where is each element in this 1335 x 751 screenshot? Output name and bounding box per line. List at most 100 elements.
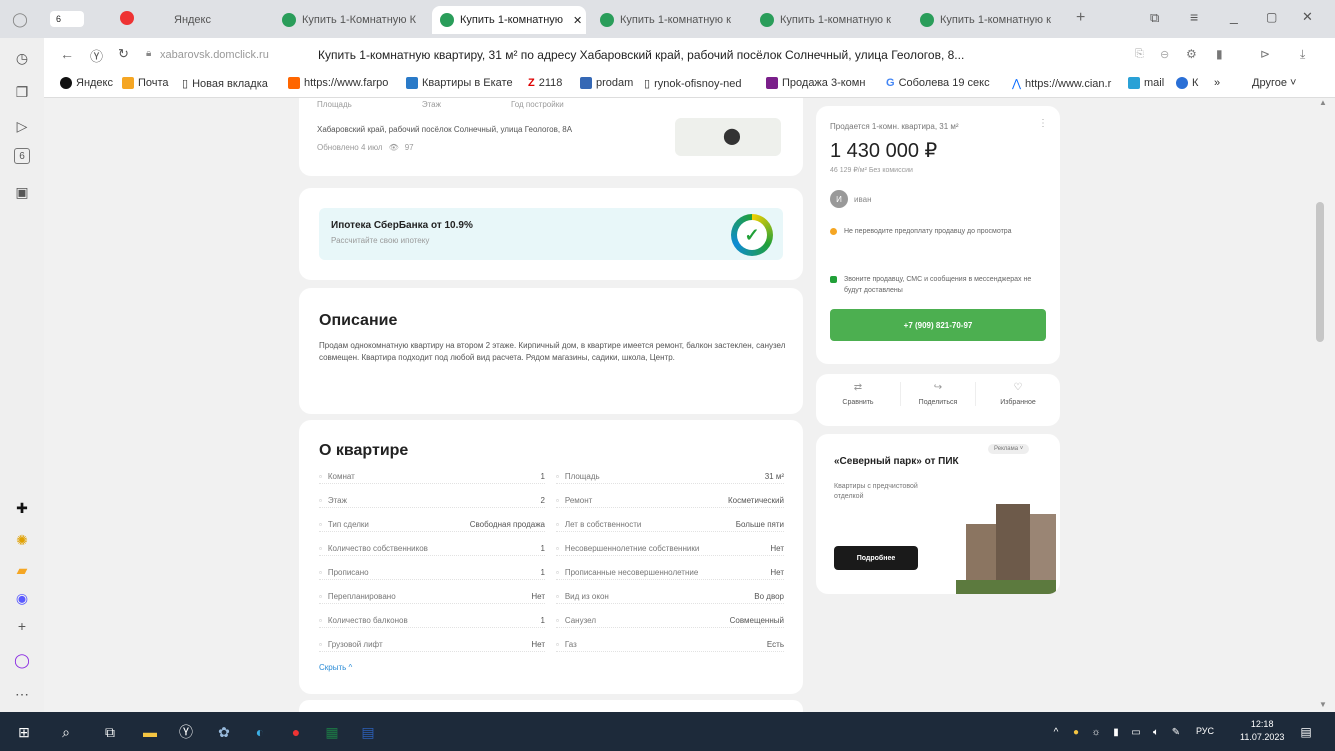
ad-badge[interactable]: Реклама ˅ <box>988 444 1030 454</box>
seller-name[interactable]: иван <box>854 195 872 204</box>
messenger-icon[interactable]: ◉ <box>12 588 32 608</box>
profile-icon[interactable]: ◯ <box>10 9 30 29</box>
volume-icon[interactable]: 🔈︎ <box>1146 722 1166 742</box>
task-view-icon[interactable]: ⧉ <box>100 722 120 742</box>
listing-address[interactable]: Хабаровский край, рабочий посёлок Солнеч… <box>317 125 572 134</box>
collections-icon[interactable]: ⊳ <box>1260 47 1270 61</box>
tray-usb-icon[interactable]: ▮ <box>1106 722 1126 742</box>
ad-details-button[interactable]: Подробнее <box>834 546 918 570</box>
bookmark-farpost[interactable]: https://www.farpo <box>288 77 388 89</box>
tray-weather-icon[interactable]: ☼ <box>1086 722 1106 742</box>
tab-counter[interactable]: 6 <box>50 11 84 27</box>
collections-icon[interactable]: ❐ <box>12 82 32 102</box>
bookmark-prodazha[interactable]: Продажа 3-комн <box>766 77 865 89</box>
clock[interactable]: 12:18 11.07.2023 <box>1240 718 1284 744</box>
add-app-icon[interactable]: + <box>12 616 32 636</box>
bookmark-ekat[interactable]: Квартиры в Екате <box>406 77 513 89</box>
more-icon[interactable]: ⋯ <box>12 684 32 704</box>
bookmark-icon[interactable]: ▮ <box>1216 47 1223 61</box>
restore-icon[interactable]: ▢ <box>1266 10 1277 24</box>
play-icon[interactable]: ▷ <box>12 116 32 136</box>
tray-app-icon[interactable]: ● <box>1066 722 1086 742</box>
cian-icon: ⋀ <box>1012 78 1022 90</box>
opera-icon[interactable] <box>120 11 134 25</box>
bookmark-k[interactable]: К <box>1176 77 1198 89</box>
six-icon[interactable]: 6 <box>14 148 30 164</box>
screenshot-icon[interactable]: ▣ <box>12 182 32 202</box>
mortgage-banner[interactable]: Ипотека СберБанка от 10.9% Рассчитайте с… <box>319 208 783 260</box>
bookmark-cian[interactable]: ⋀ https://www.cian.r <box>1012 77 1111 91</box>
reload-icon[interactable]: ↻ <box>118 46 129 62</box>
history-icon[interactable]: ◷ <box>12 48 32 68</box>
extensions-icon[interactable]: ⚙ <box>1186 47 1197 61</box>
close-icon[interactable]: ✕ <box>573 14 582 27</box>
opera-taskbar-icon[interactable]: ● <box>286 722 306 742</box>
ad-title[interactable]: «Северный парк» от ПИК <box>834 456 959 467</box>
bookmark-mail2[interactable]: mail <box>1128 77 1164 89</box>
scroll-thumb[interactable] <box>1316 202 1324 342</box>
seller-avatar[interactable]: И <box>830 190 848 208</box>
tab-2-active[interactable]: Купить 1-комнатную ✕ <box>432 6 586 34</box>
listing-top-labels: Площадь Этаж Год постройки <box>317 100 564 109</box>
bookmark-yandex[interactable]: Яндекс <box>60 77 113 89</box>
search-icon[interactable]: ⌕ <box>56 722 76 742</box>
alice-icon[interactable]: ◯ <box>12 650 32 670</box>
bookmarks-more[interactable]: » <box>1214 77 1220 89</box>
new-tab-icon[interactable]: + <box>1076 9 1085 27</box>
edge-icon[interactable]: ◐ <box>250 722 270 742</box>
yandex-browser-icon[interactable]: Ⓨ <box>176 722 196 742</box>
reader-icon[interactable]: ⊖ <box>1160 48 1169 61</box>
tray-chevron-icon[interactable]: ^ <box>1046 722 1066 742</box>
page-title-in-address[interactable]: Купить 1-комнатную квартиру, 31 м² по ад… <box>318 48 1098 62</box>
menu-icon[interactable]: ≡ <box>1190 9 1198 25</box>
tab-1[interactable]: Купить 1-Комнатную К <box>274 6 426 34</box>
pen-icon[interactable]: ✎ <box>1166 722 1186 742</box>
minimize-icon[interactable]: _ <box>1230 8 1238 24</box>
network-icon[interactable]: ▭ <box>1126 722 1146 742</box>
alice-app-icon[interactable]: ✚ <box>12 498 32 518</box>
excel-icon[interactable]: ▦ <box>322 722 342 742</box>
app-icon[interactable]: ✿ <box>214 722 234 742</box>
download-icon[interactable]: ⤓ <box>1300 47 1305 62</box>
map-thumbnail[interactable]: ⬤ <box>675 118 781 156</box>
notifications-icon[interactable]: ▤ <box>1296 722 1316 742</box>
tab-4[interactable]: Купить 1-комнатную к <box>752 6 904 34</box>
compare-button[interactable]: ⇄ Сравнить <box>820 382 896 406</box>
mail-app-icon[interactable]: ▰ <box>12 560 32 580</box>
translate-icon[interactable]: ⎘ <box>1135 48 1144 61</box>
share-button[interactable]: ↪ Поделиться <box>900 382 976 406</box>
tab-bar: ◯ 6 Яндекс Купить 1-Комнатную К Купить 1… <box>0 0 1335 38</box>
tab-yandex[interactable]: Яндекс <box>166 6 262 34</box>
back-icon[interactable]: ← <box>60 46 74 62</box>
favorite-button[interactable]: ♡ Избранное <box>980 382 1056 406</box>
bookmarks-other[interactable]: Другое ˅ <box>1252 77 1296 89</box>
tabs-menu-icon[interactable]: ⧉ <box>1150 10 1159 26</box>
file-explorer-icon[interactable]: ▬ <box>140 722 160 742</box>
yandex-y-icon[interactable]: Ⓨ <box>90 46 103 65</box>
url-domain[interactable]: xabarovsk.domclick.ru <box>160 49 269 61</box>
row-value: 1 <box>540 472 545 481</box>
scroll-down-icon[interactable]: ▼ <box>1319 700 1327 709</box>
row-icon: ▫ <box>556 640 559 649</box>
page-scrollbar[interactable]: ▲ ▼ <box>1313 98 1335 712</box>
more-options-icon[interactable]: ⋮ <box>1038 118 1048 129</box>
phone-button[interactable]: +7 (909) 821-70-97 <box>830 309 1046 341</box>
scroll-up-icon[interactable]: ▲ <box>1319 98 1327 107</box>
window-close-icon[interactable]: ✕ <box>1302 9 1313 25</box>
tab-3[interactable]: Купить 1-комнатную к <box>592 6 744 34</box>
collapse-link[interactable]: Скрыть ^ <box>319 663 352 672</box>
windows-start-icon[interactable]: ⊞ <box>14 722 34 742</box>
bookmark-newtab[interactable]: ▯ Новая вкладка <box>182 77 268 91</box>
row-icon: ▫ <box>319 496 322 505</box>
tab-5[interactable]: Купить 1-комнатную к <box>912 6 1064 34</box>
bookmark-2118[interactable]: Z 2118 <box>528 77 562 89</box>
bookmark-soboleva[interactable]: G Соболева 19 секс <box>886 77 990 89</box>
language-indicator[interactable]: РУС <box>1196 726 1214 736</box>
about-row: ▫ Санузел Совмещенный <box>556 614 784 628</box>
bookmark-prodam[interactable]: prodam <box>580 77 633 89</box>
bookmark-mail[interactable]: Почта <box>122 77 169 89</box>
word-icon[interactable]: ▤ <box>358 722 378 742</box>
zen-icon[interactable]: ✺ <box>12 530 32 550</box>
bookmark-rynok[interactable]: ▯ rynok-ofisnoy-ned <box>644 77 742 91</box>
row-label: Количество собственников <box>327 544 428 553</box>
